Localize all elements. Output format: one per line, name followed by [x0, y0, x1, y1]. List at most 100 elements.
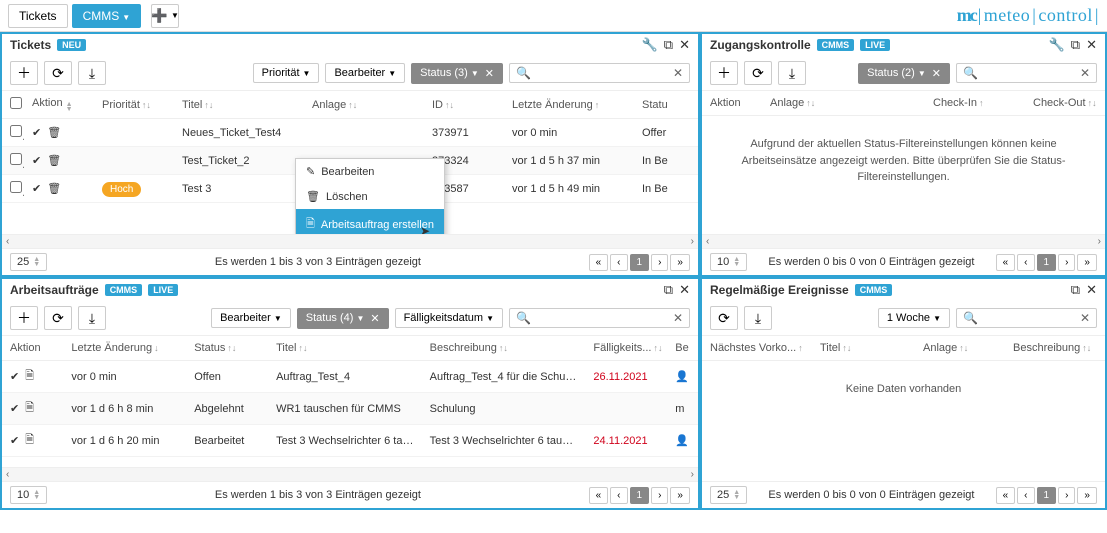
col-beschr[interactable]: Beschreibung↑↓ — [1005, 336, 1105, 361]
filter-status[interactable]: Status (4)▼✕ — [297, 308, 389, 329]
col-beschr[interactable]: Beschreibung↑↓ — [422, 336, 586, 361]
search-input[interactable] — [984, 64, 1074, 82]
check-icon[interactable]: ✔ — [10, 434, 19, 447]
wrench-icon[interactable]: 🔧 — [642, 37, 658, 53]
col-letzte[interactable]: Letzte Änderung↑ — [504, 91, 634, 119]
check-icon[interactable]: ✔ — [10, 370, 19, 383]
pager-next[interactable]: › — [1058, 487, 1075, 504]
pager-page[interactable]: 1 — [1037, 487, 1057, 504]
pager-prev[interactable]: ‹ — [610, 254, 627, 271]
search-input[interactable] — [537, 64, 667, 82]
document-icon[interactable]: 🗎 — [25, 399, 34, 418]
col-aktion[interactable]: Aktion — [2, 336, 63, 361]
col-anlage[interactable]: Anlage↑↓ — [762, 91, 925, 116]
search-box[interactable]: 🔍 ✕ — [956, 63, 1097, 83]
pager-last[interactable]: » — [670, 254, 690, 271]
trash-icon[interactable]: 🗑 — [47, 126, 61, 139]
col-checkout[interactable]: Check-Out↑↓ — [1025, 91, 1105, 116]
search-box[interactable]: 🔍 ✕ — [509, 308, 690, 328]
search-clear-icon[interactable]: ✕ — [1074, 66, 1096, 80]
add-button[interactable]: ➕▼ — [151, 4, 179, 28]
filter-bearbeiter[interactable]: Bearbeiter▼ — [211, 308, 291, 328]
add-ticket-button[interactable]: ＋ — [10, 61, 38, 85]
document-icon[interactable]: 🗎 — [25, 431, 34, 450]
check-icon[interactable]: ✔ — [32, 126, 41, 139]
close-icon[interactable]: ✕ — [1086, 282, 1097, 298]
filter-priority[interactable]: Priorität▼ — [253, 63, 320, 83]
pager-page[interactable]: 1 — [630, 487, 650, 504]
page-size-select[interactable]: 25▲▼ — [710, 486, 747, 504]
check-icon[interactable]: ✔ — [32, 182, 41, 195]
page-size-select[interactable]: 25▲▼ — [10, 253, 47, 271]
table-row[interactable]: ✔🗑 Neues_Ticket_Test4 373971 vor 0 min O… — [2, 119, 698, 147]
col-faellig[interactable]: Fälligkeits...↑↓ — [585, 336, 667, 361]
trash-icon[interactable]: 🗑 — [47, 154, 61, 167]
check-icon[interactable]: ✔ — [32, 154, 41, 167]
pager-last[interactable]: » — [670, 487, 690, 504]
col-aktion[interactable]: Aktion ▲▼ — [24, 91, 94, 119]
pager-first[interactable]: « — [589, 487, 609, 504]
trash-icon[interactable]: 🗑 — [47, 182, 61, 195]
filter-clear-icon[interactable]: ✕ — [485, 67, 494, 80]
pager-first[interactable]: « — [996, 487, 1016, 504]
col-titel[interactable]: Titel↑↓ — [268, 336, 422, 361]
pager-first[interactable]: « — [589, 254, 609, 271]
check-icon[interactable]: ✔ — [10, 402, 19, 415]
col-id[interactable]: ID↑↓ — [424, 91, 504, 119]
filter-clear-icon[interactable]: ✕ — [370, 312, 379, 325]
horizontal-scrollbar[interactable]: ‹› — [702, 234, 1105, 248]
page-size-select[interactable]: 10▲▼ — [10, 486, 47, 504]
col-aktion[interactable]: Aktion — [702, 91, 762, 116]
pager-prev[interactable]: ‹ — [1017, 487, 1034, 504]
col-status[interactable]: Status↑↓ — [186, 336, 268, 361]
pager-next[interactable]: › — [1058, 254, 1075, 271]
wrench-icon[interactable]: 🔧 — [1049, 37, 1065, 53]
col-letzte[interactable]: Letzte Änderung↓ — [63, 336, 186, 361]
filter-status[interactable]: Status (2)▼✕ — [858, 63, 950, 84]
context-delete[interactable]: 🗑Löschen — [296, 184, 444, 209]
refresh-button[interactable]: ⟳ — [744, 61, 772, 85]
context-edit[interactable]: ✎Bearbeiten — [296, 159, 444, 184]
search-input[interactable] — [984, 309, 1074, 327]
search-clear-icon[interactable]: ✕ — [667, 311, 689, 325]
search-box[interactable]: 🔍 ✕ — [509, 63, 690, 83]
pager-last[interactable]: » — [1077, 487, 1097, 504]
filter-status[interactable]: Status (3)▼✕ — [411, 63, 503, 84]
refresh-button[interactable]: ⟳ — [44, 61, 72, 85]
page-size-select[interactable]: 10▲▼ — [710, 253, 747, 271]
col-titel[interactable]: Titel↑↓ — [812, 336, 915, 361]
export-button[interactable]: ⤓ — [78, 306, 106, 330]
pager-prev[interactable]: ‹ — [1017, 254, 1034, 271]
tab-cmms[interactable]: CMMS▼ — [72, 4, 142, 28]
col-anlage[interactable]: Anlage↑↓ — [304, 91, 424, 119]
row-checkbox[interactable] — [10, 181, 22, 193]
table-row[interactable]: ✔🗎 vor 1 d 6 h 20 min Bearbeitet Test 3 … — [2, 425, 698, 457]
search-clear-icon[interactable]: ✕ — [1074, 311, 1096, 325]
filter-range[interactable]: 1 Woche▼ — [878, 308, 950, 328]
export-button[interactable]: ⤓ — [744, 306, 772, 330]
refresh-button[interactable]: ⟳ — [44, 306, 72, 330]
col-naechst[interactable]: Nächstes Vorko...↑ — [702, 336, 812, 361]
maximize-icon[interactable]: ⧉ — [1071, 37, 1080, 53]
row-checkbox[interactable] — [10, 153, 22, 165]
close-icon[interactable]: ✕ — [679, 37, 690, 53]
col-priority[interactable]: Priorität↑↓ — [94, 91, 174, 119]
document-icon[interactable]: 🗎 — [25, 367, 34, 386]
col-checkin[interactable]: Check-In↑ — [925, 91, 1025, 116]
add-button[interactable]: ＋ — [10, 306, 38, 330]
export-button[interactable]: ⤓ — [778, 61, 806, 85]
horizontal-scrollbar[interactable]: ‹› — [2, 234, 698, 248]
table-row[interactable]: ✔🗎 vor 0 min Offen Auftrag_Test_4 Auftra… — [2, 361, 698, 393]
maximize-icon[interactable]: ⧉ — [664, 37, 673, 53]
search-input[interactable] — [537, 309, 667, 327]
pager-first[interactable]: « — [996, 254, 1016, 271]
table-row[interactable]: ✔🗎 vor 1 d 6 h 8 min Abgelehnt WR1 tausc… — [2, 393, 698, 425]
pager-page[interactable]: 1 — [1037, 254, 1057, 271]
pager-next[interactable]: › — [651, 254, 668, 271]
pager-last[interactable]: » — [1077, 254, 1097, 271]
col-bearb[interactable]: Be — [667, 336, 698, 361]
col-anlage[interactable]: Anlage↑↓ — [915, 336, 1005, 361]
tab-tickets[interactable]: Tickets — [8, 4, 68, 28]
close-icon[interactable]: ✕ — [679, 282, 690, 298]
select-all-checkbox[interactable] — [10, 97, 22, 109]
